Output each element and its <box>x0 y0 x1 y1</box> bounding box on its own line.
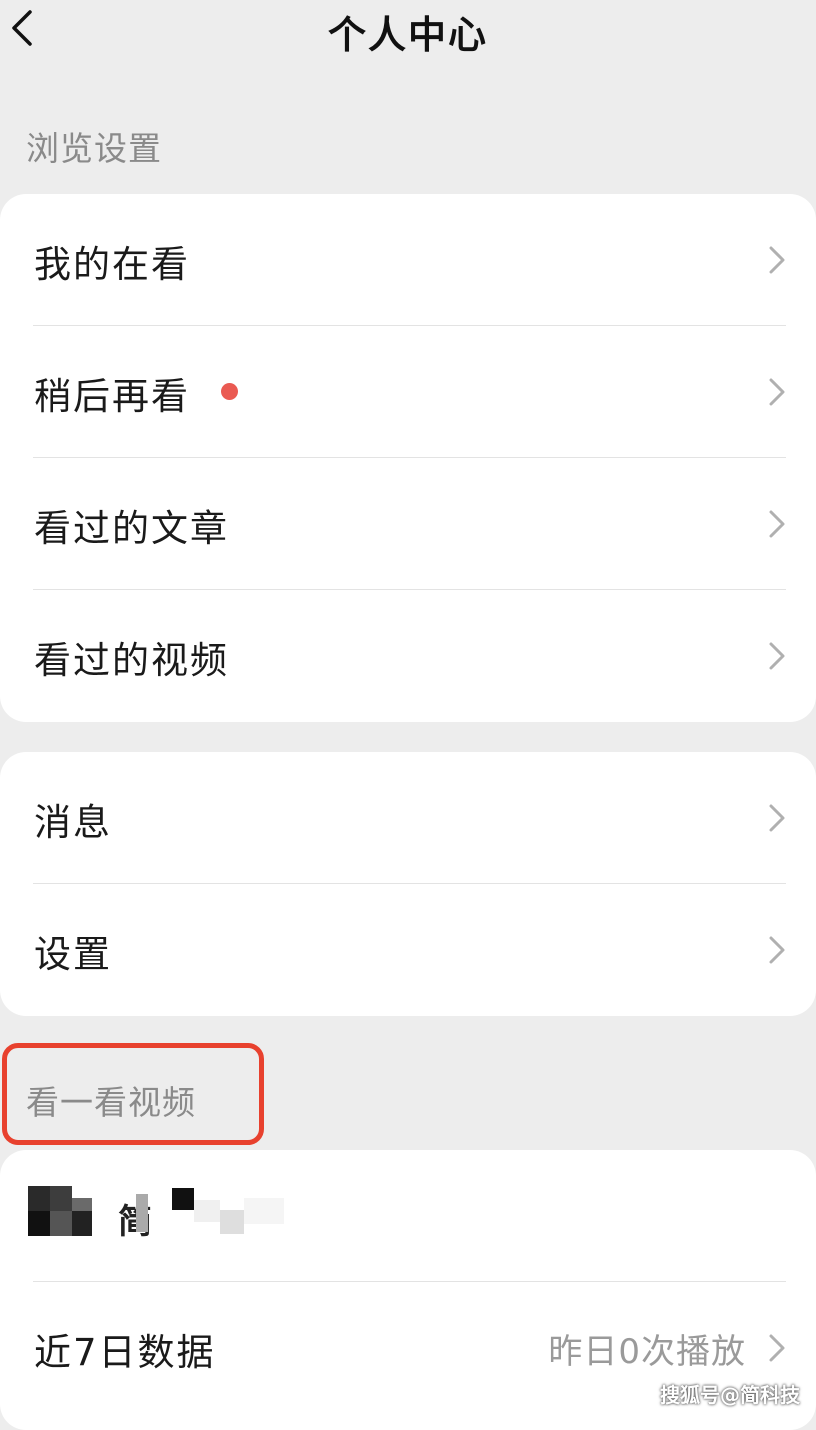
chevron-right-icon <box>769 936 785 964</box>
row-my-watching[interactable]: 我的在看 <box>0 194 816 326</box>
chevron-right-icon <box>769 642 785 670</box>
row-viewed-videos[interactable]: 看过的视频 <box>0 590 816 722</box>
row-label: 设置 <box>34 933 112 976</box>
watermark: 搜狐号@简科技 <box>660 1383 800 1407</box>
row-label: 近7日数据 <box>34 1331 216 1374</box>
browse-card: 我的在看 稍后再看 看过的文章 看过的视频 <box>0 194 816 722</box>
section-label-browse: 浏览设置 <box>26 129 162 168</box>
row-label: 看过的视频 <box>34 639 229 682</box>
row-label: 看过的文章 <box>34 507 229 550</box>
account-name-mosaic <box>136 1188 296 1236</box>
misc-card: 消息 设置 <box>0 752 816 1016</box>
chevron-right-icon <box>769 246 785 274</box>
row-watch-later[interactable]: 稍后再看 <box>0 326 816 458</box>
chevron-right-icon <box>769 378 785 406</box>
nav-bar: 个人中心 <box>0 0 816 60</box>
row-label: 我的在看 <box>34 243 190 286</box>
account-avatar-mosaic <box>28 1186 94 1236</box>
row-label: 消息 <box>34 801 112 844</box>
page-title: 个人中心 <box>327 13 488 57</box>
row-viewed-articles[interactable]: 看过的文章 <box>0 458 816 590</box>
badge-dot <box>221 383 238 400</box>
row-settings[interactable]: 设置 <box>0 884 816 1016</box>
chevron-right-icon <box>769 1334 785 1362</box>
chevron-right-icon <box>769 510 785 538</box>
highlight-box <box>2 1043 264 1145</box>
row-label: 稍后再看 <box>34 375 190 418</box>
stats-value: 昨日0次播放 <box>548 1332 746 1372</box>
chevron-right-icon <box>769 804 785 832</box>
row-messages[interactable]: 消息 <box>0 752 816 884</box>
video-account-row[interactable]: 简 <box>0 1150 816 1282</box>
